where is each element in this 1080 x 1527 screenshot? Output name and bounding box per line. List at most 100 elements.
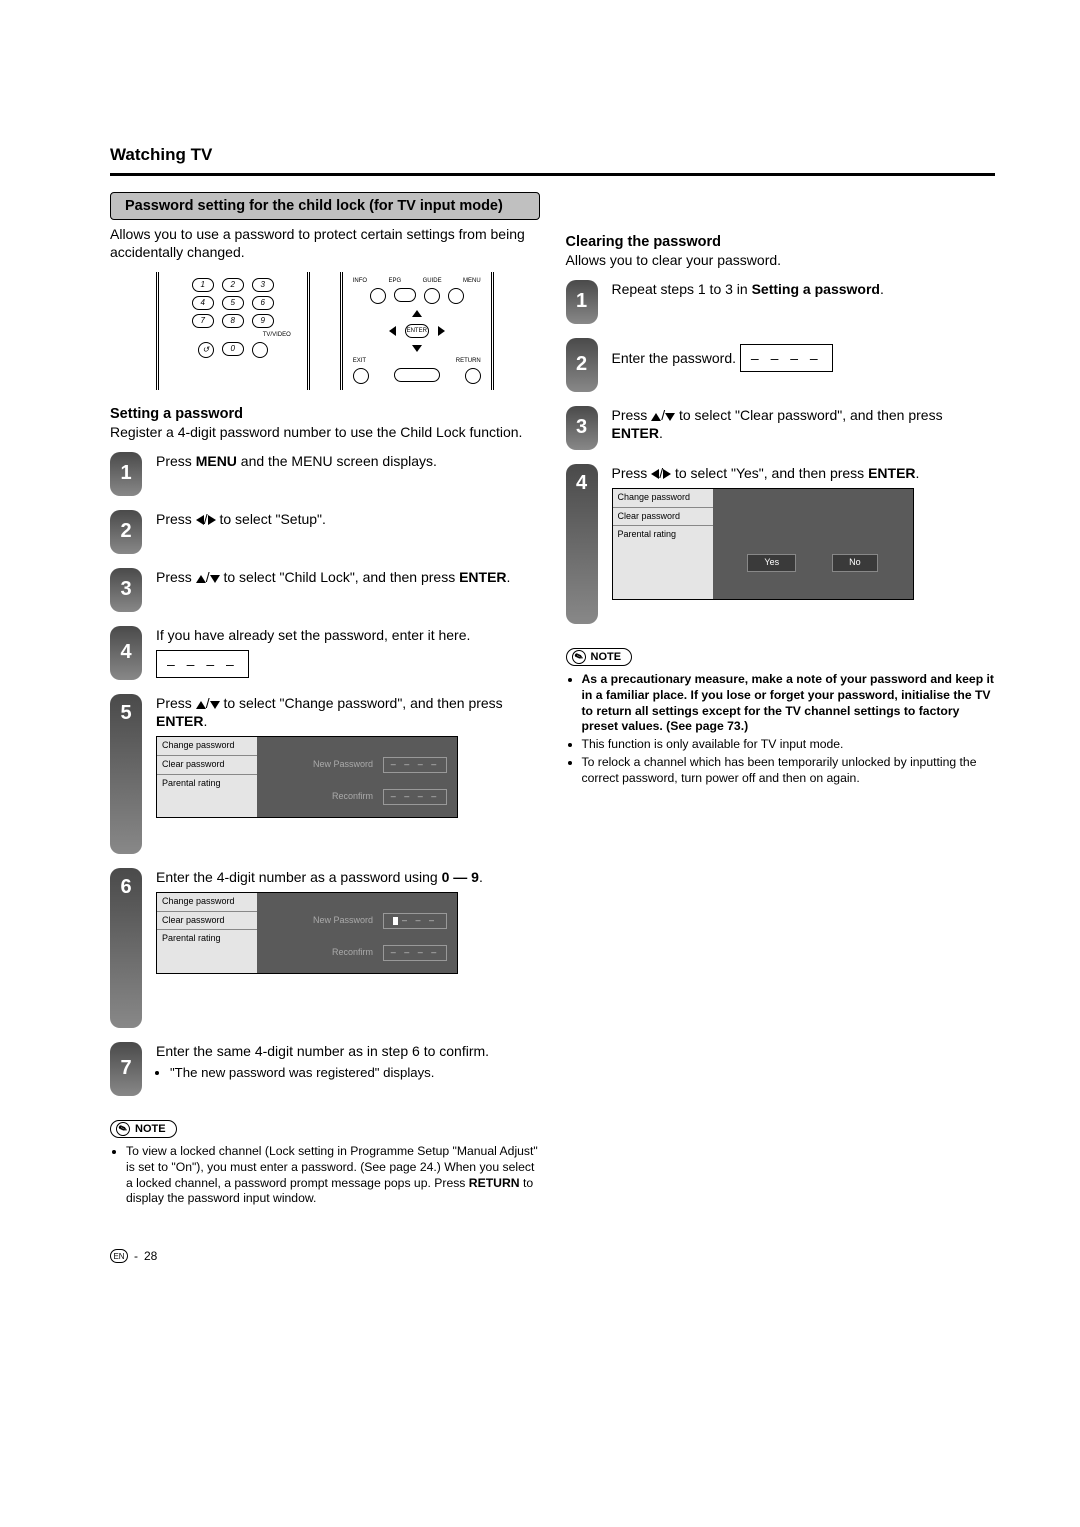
arrow-down-icon — [210, 701, 220, 709]
note-bullet: As a precautionary measure, make a note … — [582, 672, 996, 735]
step-number: 4 — [110, 626, 142, 680]
key-epg — [394, 288, 416, 302]
step-text: Repeat steps 1 to 3 in Setting a passwor… — [612, 280, 996, 298]
step-number: 6 — [110, 868, 142, 1028]
key-1: 1 — [192, 278, 214, 292]
key-bar — [394, 368, 440, 382]
clear-step-3: 3 Press / to select "Clear password", an… — [566, 406, 996, 450]
step-text: Enter the 4-digit number as a password u… — [156, 868, 540, 974]
step-5: 5 Press / to select "Change password", a… — [110, 694, 540, 854]
right-column: Clearing the password Allows you to clea… — [566, 192, 996, 1209]
intro-text: Allows you to use a password to protect … — [110, 226, 540, 262]
key-9: 9 — [252, 314, 274, 328]
password-box: – – – – — [156, 650, 249, 678]
key-8: 8 — [222, 314, 244, 328]
remote-nav: INFO EPG GUIDE MENU — [340, 272, 494, 390]
field-new-password: – – – — [383, 913, 447, 929]
menu-item: Clear password — [613, 508, 713, 527]
bullet: "The new password was registered" displa… — [170, 1064, 540, 1081]
label-tvvideo: TV/VIDEO — [263, 332, 291, 338]
key-5: 5 — [222, 296, 244, 310]
menu-item: Change password — [613, 489, 713, 508]
step-number: 7 — [110, 1042, 142, 1096]
key-exit — [353, 368, 369, 384]
step-7: 7 Enter the same 4-digit number as in st… — [110, 1042, 540, 1096]
key-flashback: ↺ — [198, 342, 214, 358]
key-6: 6 — [252, 296, 274, 310]
label-guide: GUIDE — [423, 278, 442, 284]
note-badge: ✎ NOTE — [566, 648, 633, 666]
arrow-up-icon — [196, 575, 206, 583]
password-box: – – – – — [740, 344, 833, 372]
label-new-password: New Password — [313, 915, 373, 927]
arrow-right-icon — [663, 469, 671, 479]
option-yes: Yes — [747, 554, 796, 572]
lang-badge: EN — [110, 1249, 128, 1263]
field-new-password: – – – – — [383, 757, 447, 773]
step-text: Press / to select "Clear password", and … — [612, 406, 996, 442]
field-reconfirm: – – – – — [383, 789, 447, 805]
label-reconfirm: Reconfirm — [332, 791, 373, 803]
key-enter: ENTER — [405, 324, 429, 338]
step-text: Press / to select "Child Lock", and then… — [156, 568, 540, 586]
label-info: INFO — [353, 278, 367, 284]
menu-item: Clear password — [157, 756, 257, 775]
arrow-right-icon — [438, 326, 445, 336]
key-guide — [424, 288, 440, 304]
page-footer: EN - 28 — [110, 1249, 995, 1263]
label-menu: MENU — [463, 278, 481, 284]
arrow-up-icon — [196, 701, 206, 709]
step-text: Press / to select "Yes", and then press … — [612, 464, 996, 600]
arrow-down-icon — [412, 345, 422, 352]
step-3: 3 Press / to select "Child Lock", and th… — [110, 568, 540, 612]
step-number: 3 — [110, 568, 142, 612]
heading-setting-password: Setting a password — [110, 406, 540, 422]
menu-item: Parental rating — [157, 775, 257, 793]
dpad: ENTER — [383, 310, 451, 352]
note-badge: ✎ NOTE — [110, 1120, 177, 1138]
step-text: Press / to select "Setup". — [156, 510, 540, 528]
step-text: Press / to select "Change password", and… — [156, 694, 540, 818]
page-number: 28 — [144, 1249, 157, 1263]
menu-item: Parental rating — [157, 930, 257, 948]
note-bullet: To view a locked channel (Lock setting i… — [126, 1144, 540, 1207]
label-reconfirm: Reconfirm — [332, 947, 373, 959]
menu-item: Parental rating — [613, 526, 713, 544]
label-epg: EPG — [389, 278, 402, 284]
text-clearing-intro: Allows you to clear your password. — [566, 252, 996, 270]
step-number: 2 — [110, 510, 142, 554]
key-menu — [448, 288, 464, 304]
step-4: 4 If you have already set the password, … — [110, 626, 540, 680]
left-column: Password setting for the child lock (for… — [110, 192, 540, 1209]
step-number: 5 — [110, 694, 142, 854]
key-3: 3 — [252, 278, 274, 292]
divider — [110, 173, 995, 176]
step-number: 4 — [566, 464, 598, 624]
note-icon: ✎ — [570, 648, 588, 666]
arrow-left-icon — [651, 469, 659, 479]
heading-clearing-password: Clearing the password — [566, 234, 996, 250]
note-bullet: This function is only available for TV i… — [582, 737, 996, 753]
remote-numpad: 1 2 3 4 5 6 7 8 9 TV/VIDEO — [156, 272, 310, 390]
step-number: 3 — [566, 406, 598, 450]
clear-step-1: 1 Repeat steps 1 to 3 in Setting a passw… — [566, 280, 996, 324]
text-setting-intro: Register a 4-digit password number to us… — [110, 424, 540, 442]
section-title: Watching TV — [110, 145, 995, 165]
note-bullet: To relock a channel which has been tempo… — [582, 755, 996, 787]
field-reconfirm: – – – – — [383, 945, 447, 961]
label-exit: EXIT — [353, 358, 366, 364]
arrow-right-icon — [208, 515, 216, 525]
key-info — [370, 288, 386, 304]
step-number: 1 — [566, 280, 598, 324]
step-6: 6 Enter the 4-digit number as a password… — [110, 868, 540, 1028]
key-tvvideo — [252, 342, 268, 358]
menu-panel-change-password: Change password Clear password Parental … — [156, 736, 458, 818]
arrow-left-icon — [389, 326, 396, 336]
key-return — [465, 368, 481, 384]
step-text: Enter the same 4-digit number as in step… — [156, 1042, 540, 1081]
key-4: 4 — [192, 296, 214, 310]
note-icon: ✎ — [114, 1120, 132, 1138]
key-7: 7 — [192, 314, 214, 328]
label-new-password: New Password — [313, 759, 373, 771]
arrow-left-icon — [196, 515, 204, 525]
